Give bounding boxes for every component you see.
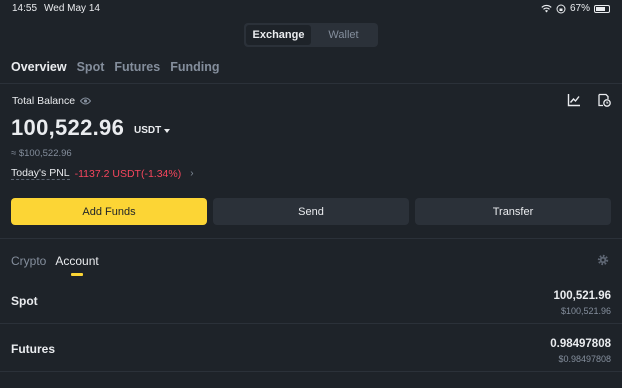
total-balance-label: Total Balance xyxy=(12,95,92,107)
total-balance-amount: 100,522.96 xyxy=(11,115,125,140)
wallet-tabs: Overview Spot Futures Funding xyxy=(11,60,220,74)
account-name: Spot xyxy=(11,294,38,308)
divider xyxy=(0,371,622,372)
pnl-label: Today's PNL xyxy=(11,167,70,180)
divider xyxy=(0,83,622,84)
total-balance-text: Total Balance xyxy=(12,95,76,107)
status-right: 67% xyxy=(541,3,610,14)
account-amount: 0.98497808 xyxy=(550,338,611,350)
tab-futures[interactable]: Futures xyxy=(114,60,160,74)
currency-label: USDT xyxy=(134,125,162,136)
send-button[interactable]: Send xyxy=(213,198,409,225)
todays-pnl[interactable]: Today's PNL -1137.2 USDT(-1.34%) › xyxy=(11,167,194,180)
account-row-spot[interactable]: Spot 100,521.96 $100,521.96 xyxy=(0,280,622,328)
gear-icon[interactable] xyxy=(597,254,609,266)
chevron-right-icon: › xyxy=(190,168,194,179)
tab-crypto[interactable]: Crypto xyxy=(11,254,46,268)
segment-exchange[interactable]: Exchange xyxy=(246,25,311,45)
battery-percent: 67% xyxy=(569,3,590,14)
chart-icon[interactable] xyxy=(567,93,581,107)
battery-icon xyxy=(594,4,610,13)
account-amount: 100,521.96 xyxy=(553,290,611,302)
wifi-icon xyxy=(541,4,552,13)
tab-spot[interactable]: Spot xyxy=(77,60,105,74)
segment-wallet[interactable]: Wallet xyxy=(311,25,376,45)
add-funds-button[interactable]: Add Funds xyxy=(11,198,207,225)
divider xyxy=(0,238,622,239)
tab-account[interactable]: Account xyxy=(55,254,99,276)
account-fiat: $0.98497808 xyxy=(558,354,611,364)
tab-overview[interactable]: Overview xyxy=(11,60,67,74)
tab-funding[interactable]: Funding xyxy=(170,60,219,74)
transfer-button[interactable]: Transfer xyxy=(415,198,611,225)
account-fiat: $100,521.96 xyxy=(560,306,611,316)
history-icon[interactable] xyxy=(597,93,611,107)
account-name: Futures xyxy=(11,342,56,356)
exchange-wallet-switch: Exchange Wallet xyxy=(244,23,378,47)
account-row-futures[interactable]: Futures 0.98497808 $0.98497808 xyxy=(0,328,622,376)
account-tabs: Crypto Account xyxy=(11,254,99,276)
status-date: Wed May 14 xyxy=(44,3,100,14)
orientation-lock-icon xyxy=(556,4,566,13)
fiat-equivalent: ≈ $100,522.96 xyxy=(11,148,72,159)
currency-selector[interactable]: USDT xyxy=(134,125,171,136)
divider xyxy=(0,323,622,324)
status-bar: 14:55 Wed May 14 67% xyxy=(0,0,622,18)
status-time: 14:55 xyxy=(12,3,38,14)
eye-icon[interactable] xyxy=(80,97,92,105)
caret-down-icon xyxy=(164,128,171,133)
pnl-value: -1137.2 USDT(-1.34%) xyxy=(74,167,182,180)
